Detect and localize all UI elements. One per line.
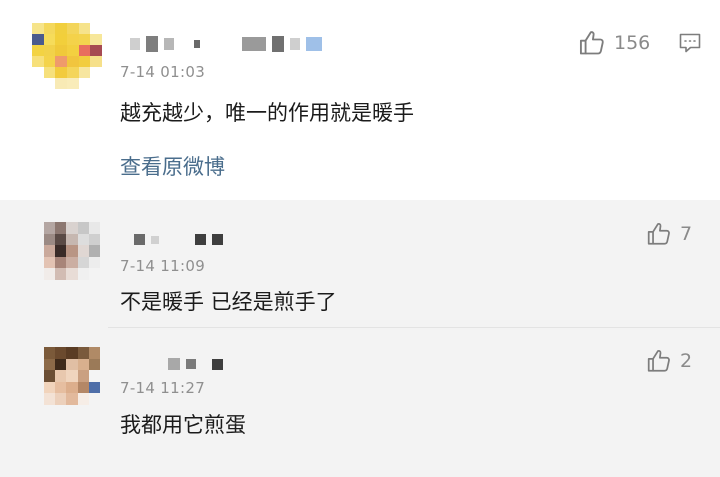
- username-redacted[interactable]: [134, 234, 223, 245]
- like-count: 2: [680, 350, 693, 372]
- avatar[interactable]: [44, 347, 100, 405]
- like-button[interactable]: 7: [646, 221, 692, 247]
- username-redacted[interactable]: [168, 358, 223, 370]
- thumbs-up-icon: [647, 350, 670, 372]
- like-count: 156: [614, 32, 651, 54]
- like-button[interactable]: 156: [578, 29, 650, 57]
- comment-text: 越充越少，唯一的作用就是暖手: [120, 101, 414, 125]
- thumbs-up-icon: [647, 223, 670, 245]
- reply-button[interactable]: [678, 31, 702, 59]
- username-redacted[interactable]: [130, 36, 322, 52]
- comment-icon: [679, 33, 701, 53]
- thumbs-up-icon: [579, 31, 604, 55]
- avatar[interactable]: [32, 23, 102, 89]
- reply-text: 我都用它煎蛋: [120, 413, 246, 437]
- avatar[interactable]: [44, 222, 100, 280]
- reply-text: 不是暖手 已经是煎手了: [120, 290, 337, 314]
- divider: [108, 327, 720, 328]
- comment-timestamp: 7-14 01:03: [120, 63, 206, 81]
- like-count: 7: [680, 223, 693, 245]
- reply-timestamp: 7-14 11:27: [120, 379, 206, 397]
- reply-timestamp: 7-14 11:09: [120, 257, 206, 275]
- like-button[interactable]: 2: [646, 348, 692, 374]
- view-original-post-link[interactable]: 查看原微博: [120, 151, 225, 181]
